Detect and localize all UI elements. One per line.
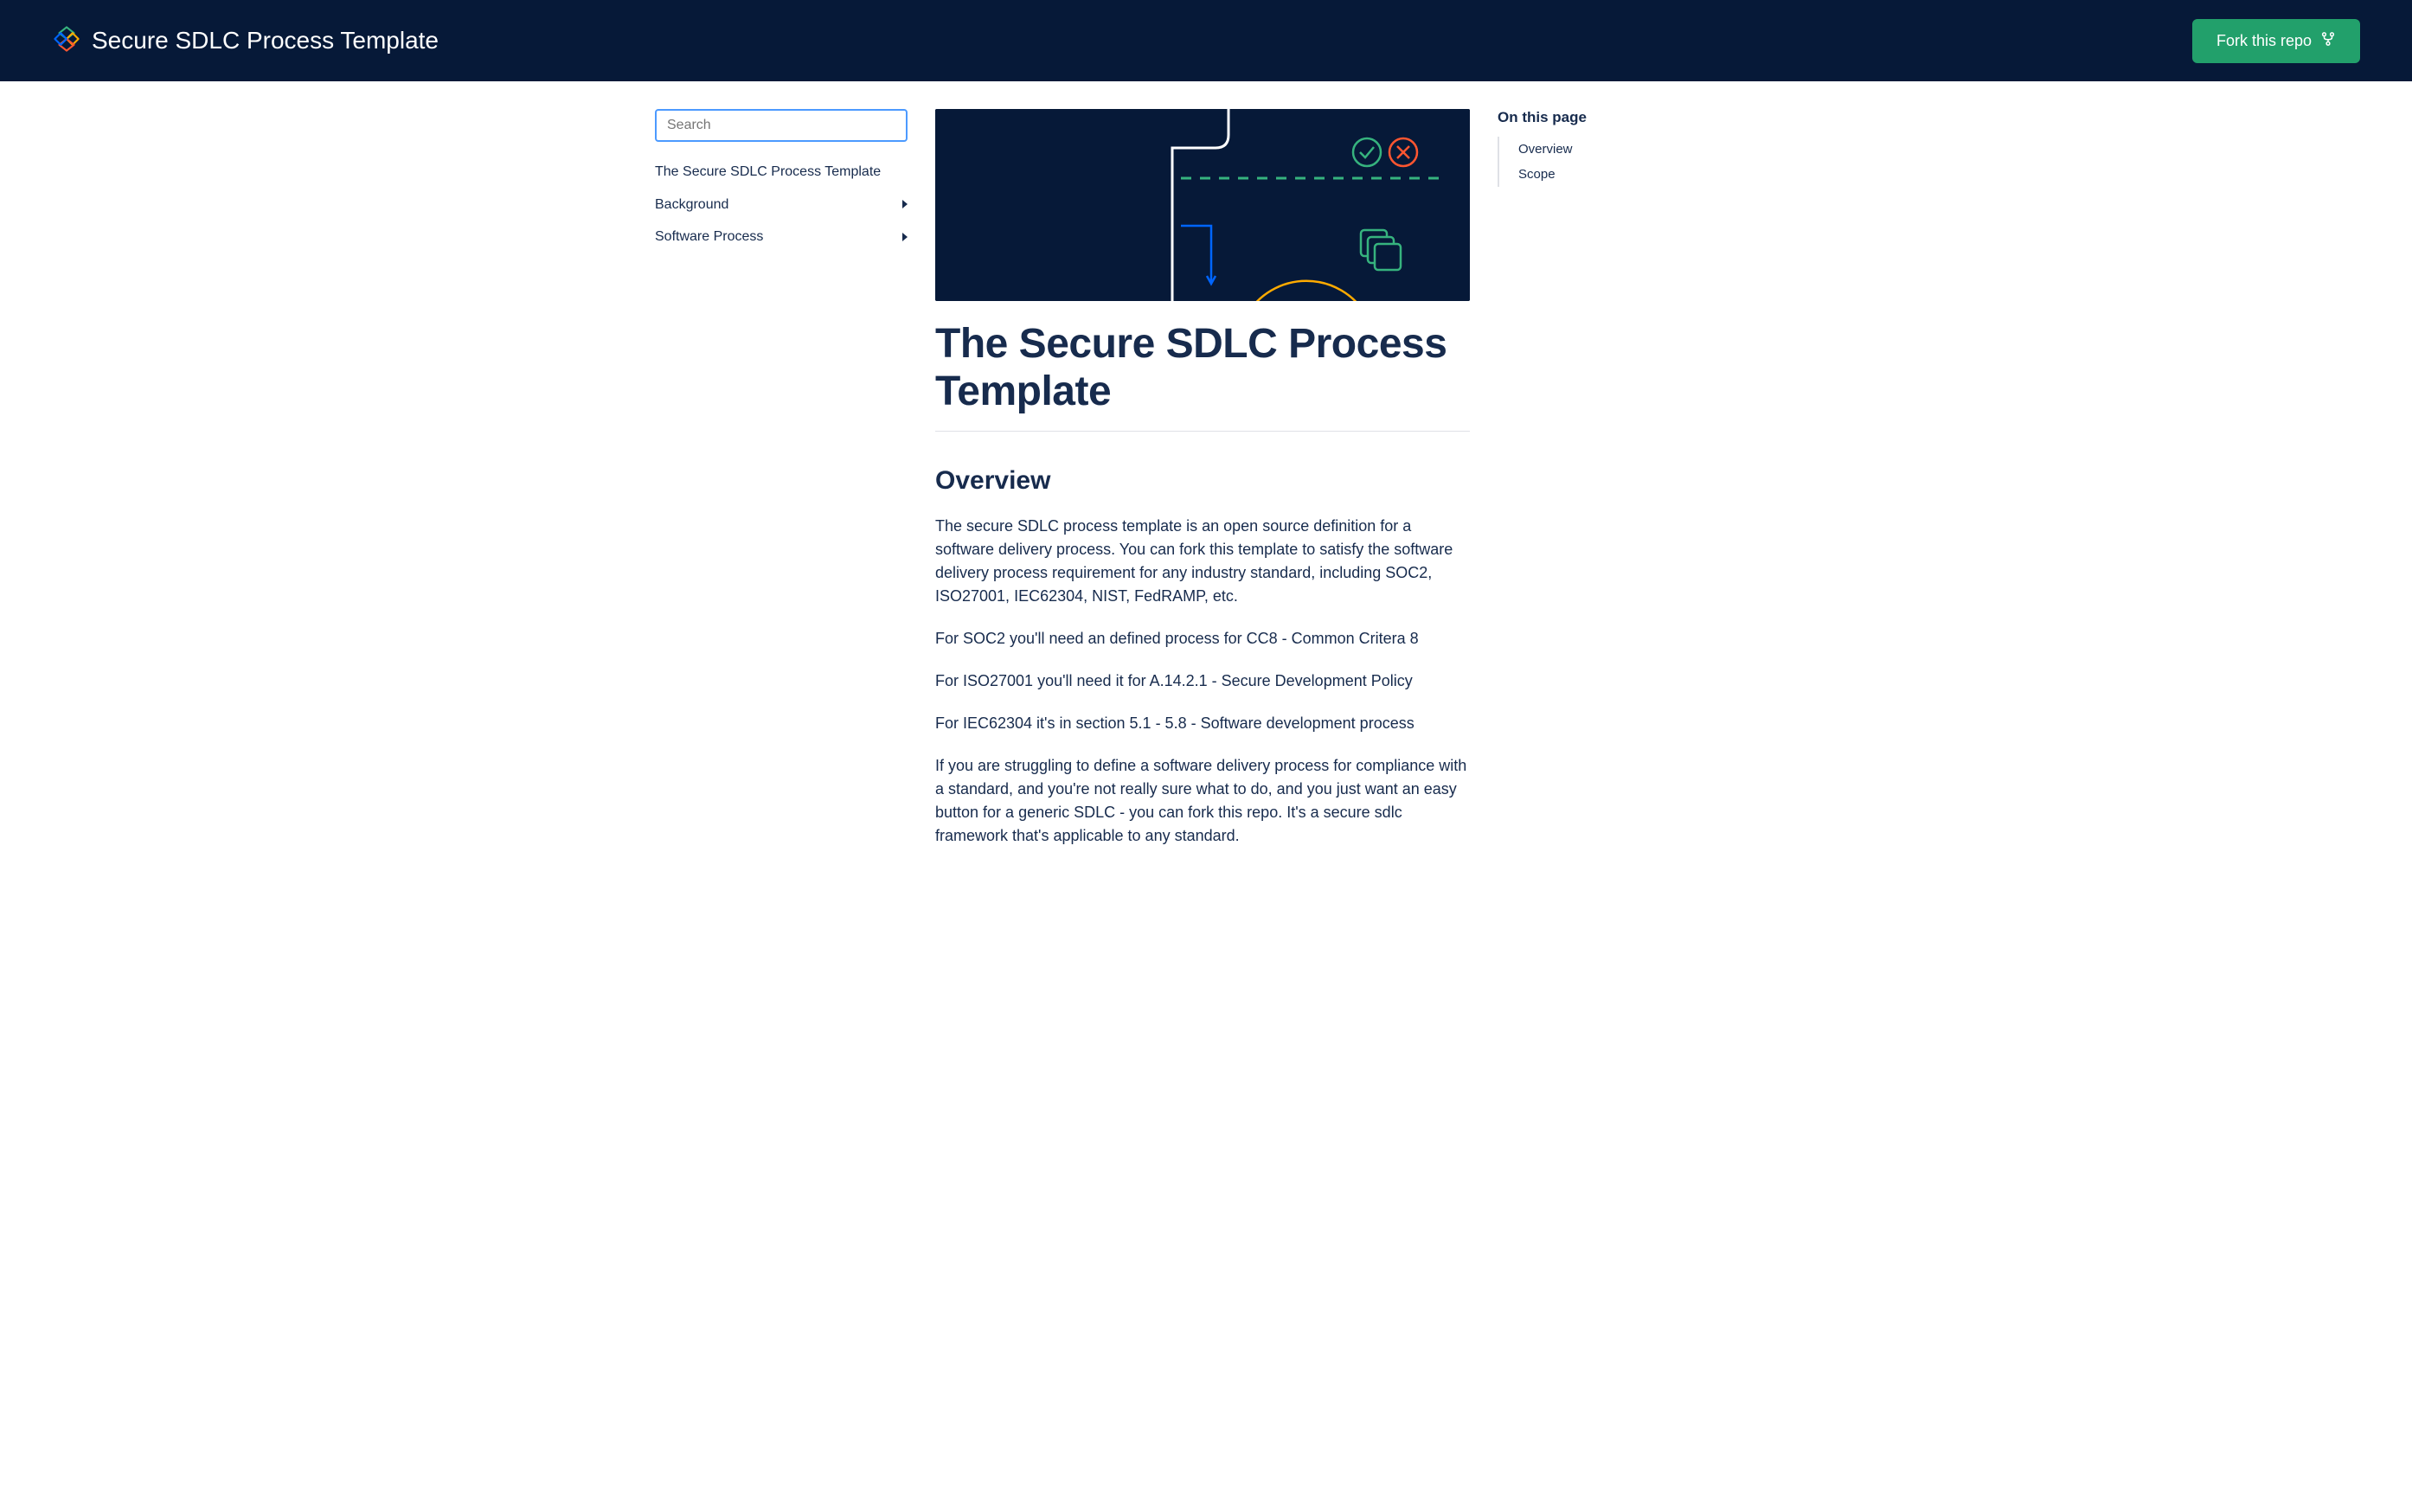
otp-item-overview[interactable]: Overview (1499, 137, 1757, 162)
sidebar-item-secure-sdlc-template[interactable]: The Secure SDLC Process Template (655, 156, 908, 189)
topbar: Secure SDLC Process Template Fork this r… (0, 0, 2412, 81)
sidebar-item-software-process[interactable]: Software Process (655, 221, 908, 253)
sidebar-item-label: Background (655, 195, 728, 215)
brand: Secure SDLC Process Template (52, 24, 439, 58)
body-paragraph: For SOC2 you'll need an defined process … (935, 627, 1470, 650)
divider (935, 431, 1470, 432)
sidebar-item-background[interactable]: Background (655, 189, 908, 221)
otp-item-label: Overview (1518, 142, 1573, 157)
page-title: The Secure SDLC Process Template (935, 320, 1470, 415)
sidebar-item-label: The Secure SDLC Process Template (655, 163, 881, 182)
otp-item-scope[interactable]: Scope (1499, 162, 1757, 187)
sidebar-item-label: Software Process (655, 227, 763, 247)
hero-banner (935, 109, 1470, 301)
on-this-page-list: Overview Scope (1498, 137, 1757, 187)
brand-title: Secure SDLC Process Template (92, 27, 439, 54)
on-this-page-title: On this page (1498, 109, 1757, 126)
body-paragraph: The secure SDLC process template is an o… (935, 515, 1470, 608)
body-paragraph: If you are struggling to define a softwa… (935, 754, 1470, 848)
sidebar-left: The Secure SDLC Process Template Backgro… (655, 109, 908, 867)
otp-item-label: Scope (1518, 167, 1556, 182)
body-paragraph: For IEC62304 it's in section 5.1 - 5.8 -… (935, 712, 1470, 735)
body-paragraph: For ISO27001 you'll need it for A.14.2.1… (935, 670, 1470, 693)
section-heading-overview: Overview (935, 466, 1470, 496)
fork-button-label: Fork this repo (2216, 32, 2312, 50)
logo-icon (52, 24, 81, 58)
fork-icon (2320, 31, 2336, 51)
sidebar-right: On this page Overview Scope (1498, 109, 1757, 867)
main-content: The Secure SDLC Process Template Overvie… (935, 109, 1470, 867)
search-input[interactable] (655, 109, 908, 142)
fork-repo-button[interactable]: Fork this repo (2192, 19, 2360, 63)
